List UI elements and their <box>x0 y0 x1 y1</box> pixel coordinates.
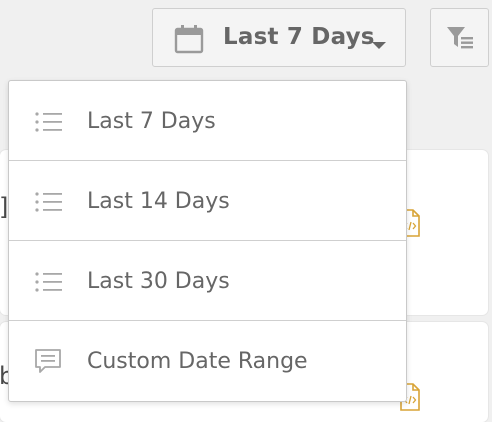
filter-button[interactable] <box>430 8 489 67</box>
menu-item-custom-date-range[interactable]: Custom Date Range <box>9 321 406 401</box>
menu-item-label: Custom Date Range <box>87 349 308 374</box>
date-range-button[interactable]: Last 7 Days <box>152 8 406 67</box>
list-icon <box>35 192 62 212</box>
date-range-label: Last 7 Days <box>223 24 375 50</box>
filter-list-icon <box>447 27 473 49</box>
list-icon <box>35 112 62 132</box>
caret-down-icon <box>372 42 386 49</box>
date-range-dropdown: Last 7 Days Last 14 Days Last 30 Days Cu… <box>8 80 407 402</box>
menu-item-last-30-days[interactable]: Last 30 Days <box>9 241 406 321</box>
list-icon <box>35 272 62 292</box>
menu-item-label: Last 30 Days <box>87 269 230 294</box>
menu-item-label: Last 7 Days <box>87 109 216 134</box>
menu-item-last-14-days[interactable]: Last 14 Days <box>9 161 406 241</box>
menu-item-last-7-days[interactable]: Last 7 Days <box>9 81 406 161</box>
comment-icon <box>35 349 61 373</box>
menu-item-label: Last 14 Days <box>87 189 230 214</box>
calendar-icon <box>174 25 204 54</box>
